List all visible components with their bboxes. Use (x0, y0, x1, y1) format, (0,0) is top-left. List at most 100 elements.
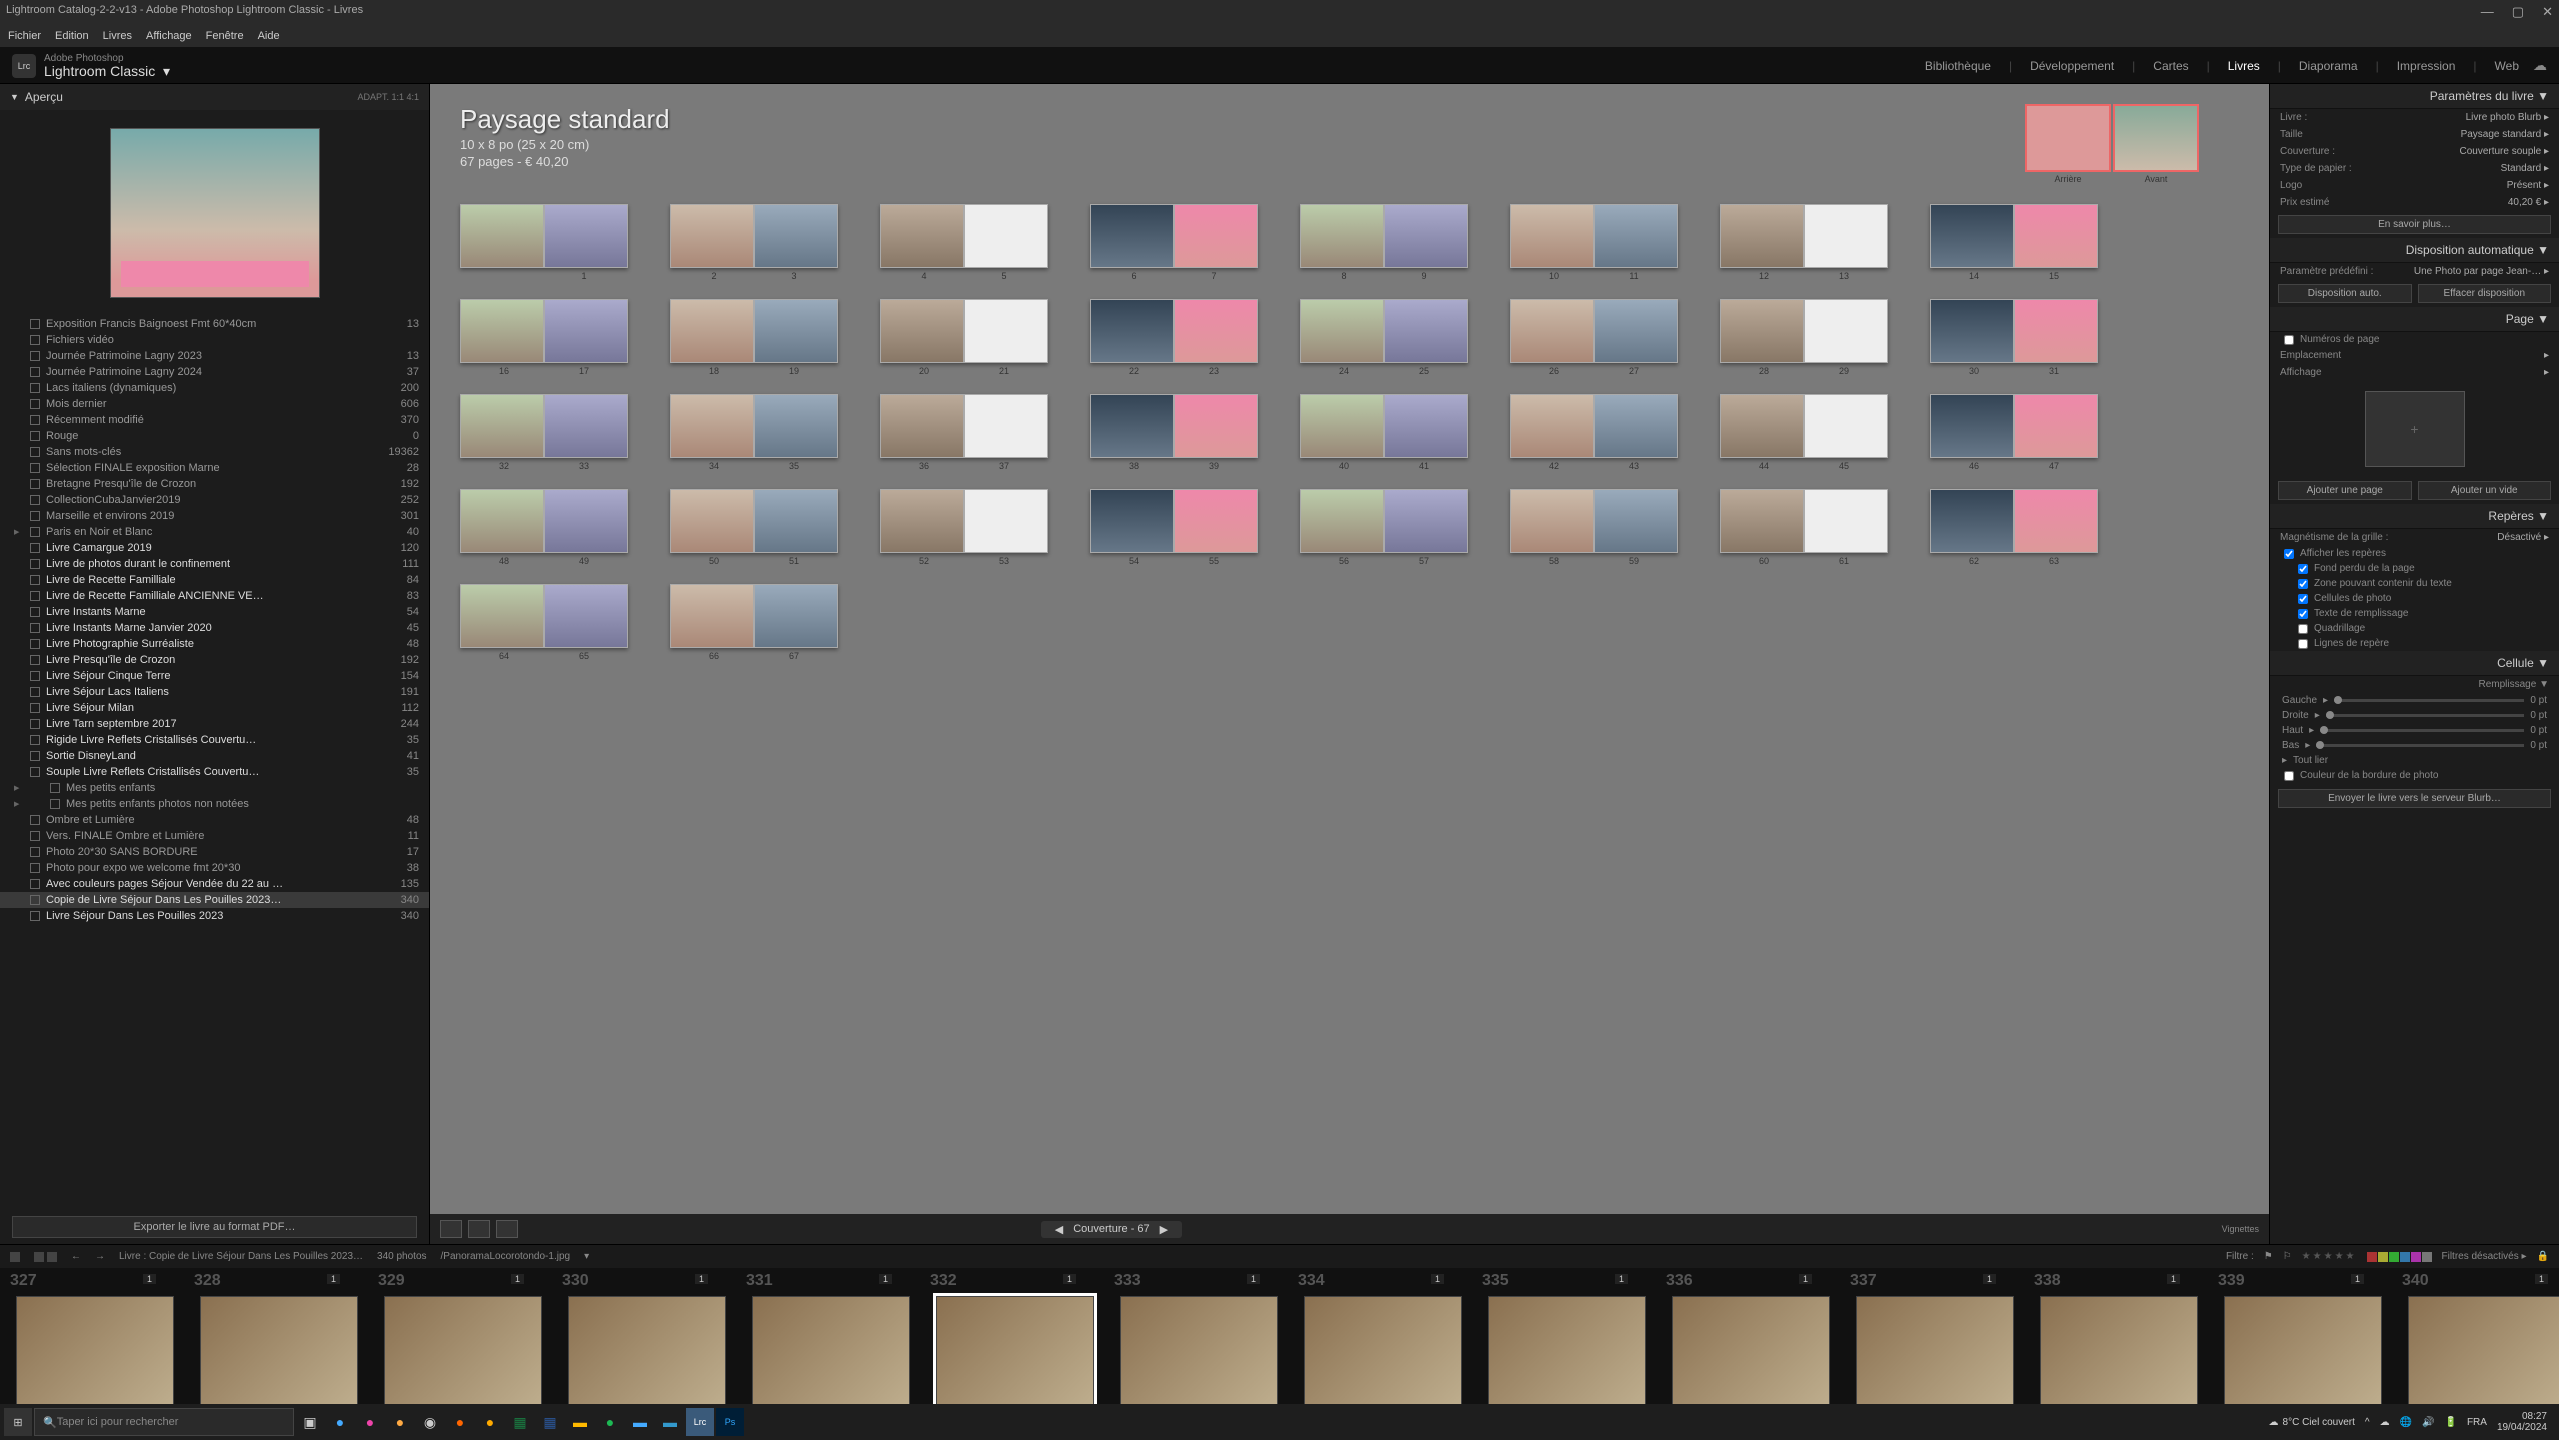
padding-right-slider[interactable] (2326, 714, 2525, 717)
start-button[interactable]: ⊞ (4, 1408, 32, 1436)
filter-color-labels[interactable] (2367, 1252, 2432, 1262)
cell-panel-header[interactable]: Cellule ▼ (2270, 651, 2559, 676)
minimize-icon[interactable]: — (2481, 4, 2494, 20)
filmstrip-path[interactable]: Livre : Copie de Livre Séjour Dans Les P… (119, 1251, 363, 1262)
collection-item[interactable]: Livre Séjour Lacs Italiens191 (0, 684, 429, 700)
learn-more-button[interactable]: En savoir plus… (2278, 215, 2551, 234)
app-icon[interactable]: ▬ (656, 1408, 684, 1436)
book-setting-row[interactable]: Livre :Livre photo Blurb ▸ (2270, 109, 2559, 126)
collection-item[interactable]: Livre Séjour Milan112 (0, 700, 429, 716)
collection-item[interactable]: Livre Photographie Surréaliste48 (0, 636, 429, 652)
maximize-icon[interactable]: ▢ (2512, 4, 2524, 20)
cloud-sync-icon[interactable]: ☁ (2533, 57, 2547, 74)
page-spread[interactable]: 3031 (1930, 299, 2098, 376)
collection-item[interactable]: Rigide Livre Reflets Cristallisés Couver… (0, 732, 429, 748)
collection-item[interactable]: Marseille et environs 2019301 (0, 508, 429, 524)
app-icon[interactable]: ● (386, 1408, 414, 1436)
filter-flag-icon[interactable]: ⚑ (2264, 1251, 2273, 1262)
collection-item[interactable]: ▶Mes petits enfants (0, 780, 429, 796)
page-spread[interactable]: 5859 (1510, 489, 1678, 566)
app-icon[interactable]: ● (476, 1408, 504, 1436)
page-spread[interactable]: 2021 (880, 299, 1048, 376)
cover-pair[interactable]: Arrière Avant (2025, 104, 2199, 184)
prev-page-icon[interactable]: ◀ (1055, 1223, 1063, 1236)
close-icon[interactable]: ✕ (2542, 4, 2553, 20)
collection-item[interactable]: Livre Tarn septembre 2017244 (0, 716, 429, 732)
menubar[interactable]: FichierEditionLivresAffichageFenêtreAide (0, 28, 2559, 48)
page-spread[interactable]: 6263 (1930, 489, 2098, 566)
book-setting-row[interactable]: LogoPrésent ▸ (2270, 177, 2559, 194)
page-spread[interactable]: 3233 (460, 394, 628, 471)
explorer-icon[interactable]: ▬ (566, 1408, 594, 1436)
page-spread[interactable]: 2425 (1300, 299, 1468, 376)
preview-panel-header[interactable]: ▼Aperçu ADAPT. 1:1 4:1 (0, 84, 429, 110)
filter-preset[interactable]: Filtres désactivés ▸ (2442, 1251, 2527, 1262)
filter-reject-icon[interactable]: ⚐ (2283, 1251, 2292, 1262)
guides-panel-header[interactable]: Repères ▼ (2270, 504, 2559, 529)
menu-livres[interactable]: Livres (103, 30, 132, 45)
windows-taskbar[interactable]: ⊞ 🔍 Taper ici pour rechercher ▣ ● ● ● ◉ … (0, 1404, 2559, 1440)
collection-item[interactable]: Journée Patrimoine Lagny 202437 (0, 364, 429, 380)
page-spread[interactable]: 89 (1300, 204, 1468, 281)
page-spread[interactable]: 2627 (1510, 299, 1678, 376)
auto-layout-button[interactable]: Disposition auto. (2278, 284, 2412, 303)
collection-item[interactable]: Livre Instants Marne54 (0, 604, 429, 620)
menu-fichier[interactable]: Fichier (8, 30, 41, 45)
add-page-button[interactable]: Ajouter une page (2278, 481, 2412, 500)
menu-aide[interactable]: Aide (258, 30, 280, 45)
chrome-icon[interactable]: ◉ (416, 1408, 444, 1436)
collection-item[interactable]: Sans mots-clés19362 (0, 444, 429, 460)
collection-item[interactable]: Lacs italiens (dynamiques)200 (0, 380, 429, 396)
network-icon[interactable]: 🌐 (2400, 1417, 2412, 1428)
menu-affichage[interactable]: Affichage (146, 30, 192, 45)
collection-item[interactable]: CollectionCubaJanvier2019252 (0, 492, 429, 508)
collection-item[interactable]: Rouge0 (0, 428, 429, 444)
collection-item[interactable]: Exposition Francis Baignoest Fmt 60*40cm… (0, 316, 429, 332)
battery-icon[interactable]: 🔋 (2444, 1417, 2456, 1428)
page-spread[interactable]: 67 (1090, 204, 1258, 281)
page-spread[interactable]: 6465 (460, 584, 628, 661)
collection-item[interactable]: Vers. FINALE Ombre et Lumière11 (0, 828, 429, 844)
page-spread[interactable]: 1 (460, 204, 628, 281)
collection-item[interactable]: Livre de Recette Familliale ANCIENNE VE…… (0, 588, 429, 604)
collection-item[interactable]: Bretagne Presqu'île de Crozon192 (0, 476, 429, 492)
collection-item[interactable]: Livre Instants Marne Janvier 202045 (0, 620, 429, 636)
page-spread[interactable]: 4445 (1720, 394, 1888, 471)
go-forward-icon[interactable]: → (95, 1251, 105, 1262)
app-icon[interactable]: ▬ (626, 1408, 654, 1436)
book-setting-row[interactable]: TaillePaysage standard ▸ (2270, 126, 2559, 143)
collection-item[interactable]: Photo pour expo we welcome fmt 20*3038 (0, 860, 429, 876)
book-setting-row[interactable]: Prix estimé40,20 € ▸ (2270, 194, 2559, 211)
word-icon[interactable]: ▦ (536, 1408, 564, 1436)
page-spread[interactable]: 6667 (670, 584, 838, 661)
padding-bottom-slider[interactable] (2316, 744, 2524, 747)
page-spread[interactable]: 3435 (670, 394, 838, 471)
second-window-icon[interactable] (10, 1252, 20, 1262)
menu-fenêtre[interactable]: Fenêtre (206, 30, 244, 45)
collection-item[interactable]: Livre Camargue 2019120 (0, 540, 429, 556)
page-spread[interactable]: 3839 (1090, 394, 1258, 471)
edge-icon[interactable]: ● (326, 1408, 354, 1436)
collection-item[interactable]: Fichiers vidéo (0, 332, 429, 348)
page-spread[interactable]: 45 (880, 204, 1048, 281)
collection-item[interactable]: ▶Mes petits enfants photos non notées (0, 796, 429, 812)
taskbar-search[interactable]: 🔍 Taper ici pour rechercher (34, 1408, 294, 1436)
page-numbers-checkbox[interactable] (2284, 335, 2294, 345)
collection-item[interactable]: Sortie DisneyLand41 (0, 748, 429, 764)
module-cartes[interactable]: Cartes (2153, 59, 2188, 73)
collection-item[interactable]: Livre Séjour Cinque Terre154 (0, 668, 429, 684)
module-diaporama[interactable]: Diaporama (2299, 59, 2358, 73)
app-icon[interactable]: ● (356, 1408, 384, 1436)
page-spread[interactable]: 23 (670, 204, 838, 281)
filter-rating[interactable]: ★★★★★ (2302, 1251, 2357, 1262)
page-spread[interactable]: 1011 (1510, 204, 1678, 281)
page-spread[interactable]: 5455 (1090, 489, 1258, 566)
page-spread[interactable]: 6061 (1720, 489, 1888, 566)
collection-item[interactable]: Récemment modifié370 (0, 412, 429, 428)
page-spread[interactable]: 5051 (670, 489, 838, 566)
spotify-icon[interactable]: ● (596, 1408, 624, 1436)
page-spread[interactable]: 5657 (1300, 489, 1468, 566)
page-navigator[interactable]: ◀ Couverture - 67 ▶ (1041, 1221, 1182, 1238)
go-back-icon[interactable]: ← (71, 1251, 81, 1262)
page-panel-header[interactable]: Page ▼ (2270, 307, 2559, 332)
